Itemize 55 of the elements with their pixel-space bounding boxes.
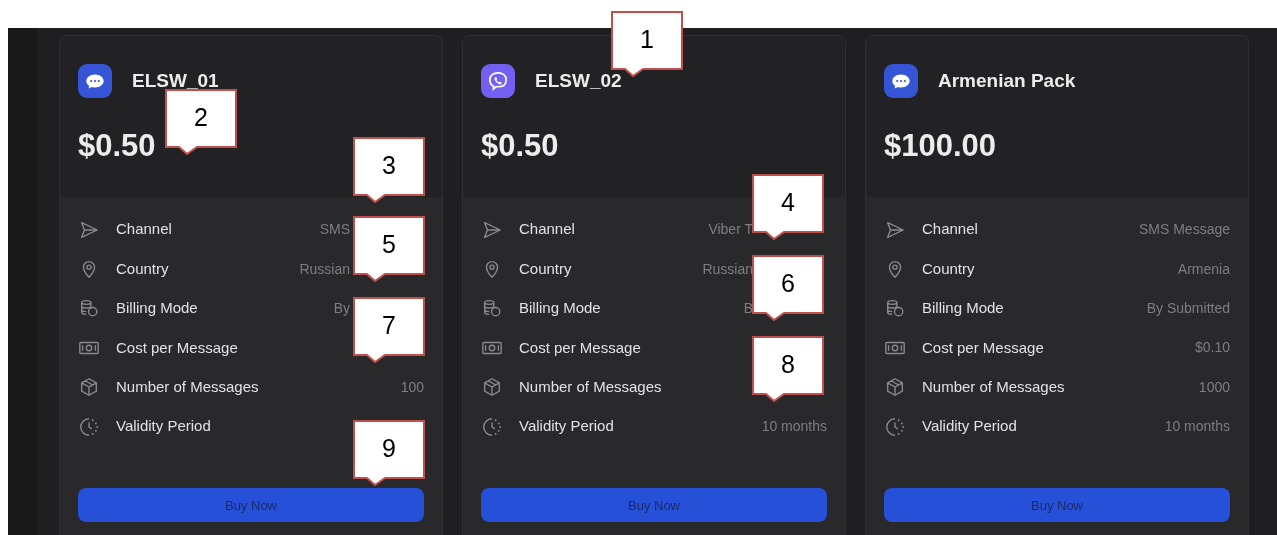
- detail-value: SMS: [319, 220, 350, 240]
- detail-value: $0.10: [1194, 338, 1230, 358]
- buy-now-button[interactable]: Buy Now: [481, 488, 827, 523]
- chat-bubble-icon: [78, 64, 112, 98]
- callout-label: 9: [353, 420, 425, 486]
- price: $100.00: [884, 130, 998, 161]
- callout-label: 5: [353, 216, 425, 282]
- detail-value: 10 months: [761, 417, 827, 437]
- detail-value: 10 months: [1164, 417, 1230, 437]
- detail-label: Billing Mode: [922, 298, 1004, 319]
- price: $0.50: [78, 130, 157, 161]
- detail-label: Cost per Message: [922, 337, 1044, 358]
- detail-label: Validity Period: [116, 416, 211, 437]
- detail-label: Validity Period: [922, 416, 1017, 437]
- callout-label: 7: [353, 297, 425, 363]
- price: $0.50: [481, 130, 560, 161]
- detail-label: Validity Period: [519, 416, 614, 437]
- detail-label: Billing Mode: [519, 298, 601, 319]
- detail-label: Number of Messages: [519, 377, 662, 397]
- clock-icon: [78, 415, 100, 438]
- detail-label: Billing Mode: [116, 298, 198, 319]
- clock-icon: [481, 415, 503, 438]
- plan-title: Armenian Pack: [938, 68, 1076, 93]
- cube-icon: [481, 376, 503, 399]
- detail-value: By: [333, 298, 350, 318]
- detail-label: Number of Messages: [116, 377, 259, 397]
- detail-label: Country: [116, 258, 169, 279]
- clock-icon: [884, 415, 906, 438]
- detail-label: Cost per Message: [519, 337, 641, 358]
- detail-label: Channel: [116, 219, 172, 240]
- callout-label: 3: [353, 137, 425, 203]
- detail-label: Country: [922, 258, 975, 279]
- callout-label: 2: [165, 89, 237, 155]
- cube-icon: [78, 376, 100, 399]
- detail-label: Channel: [519, 219, 575, 240]
- detail-value: SMS Message: [1138, 220, 1230, 240]
- callout-label: 6: [752, 255, 824, 321]
- detail-label: Number of Messages: [922, 377, 1065, 397]
- detail-value: 1000: [1198, 377, 1230, 397]
- detail-value: Armenia: [1177, 259, 1230, 279]
- detail-value: Russian: [299, 259, 350, 279]
- detail-label: Cost per Message: [116, 337, 238, 358]
- callout-label: 4: [752, 174, 824, 240]
- phone-bubble-icon: [481, 64, 515, 98]
- buy-now-button[interactable]: Buy Now: [78, 488, 424, 523]
- callout-label: 8: [752, 336, 824, 402]
- detail-value: Russian: [702, 259, 753, 279]
- detail-value: B: [743, 298, 753, 318]
- cube-icon: [884, 376, 906, 399]
- buy-now-button[interactable]: Buy Now: [884, 488, 1230, 523]
- detail-value: By Submitted: [1146, 298, 1230, 318]
- detail-value: 100: [400, 377, 424, 397]
- detail-label: Country: [519, 258, 572, 279]
- detail-label: Channel: [922, 219, 978, 240]
- chat-bubble-icon: [884, 64, 918, 98]
